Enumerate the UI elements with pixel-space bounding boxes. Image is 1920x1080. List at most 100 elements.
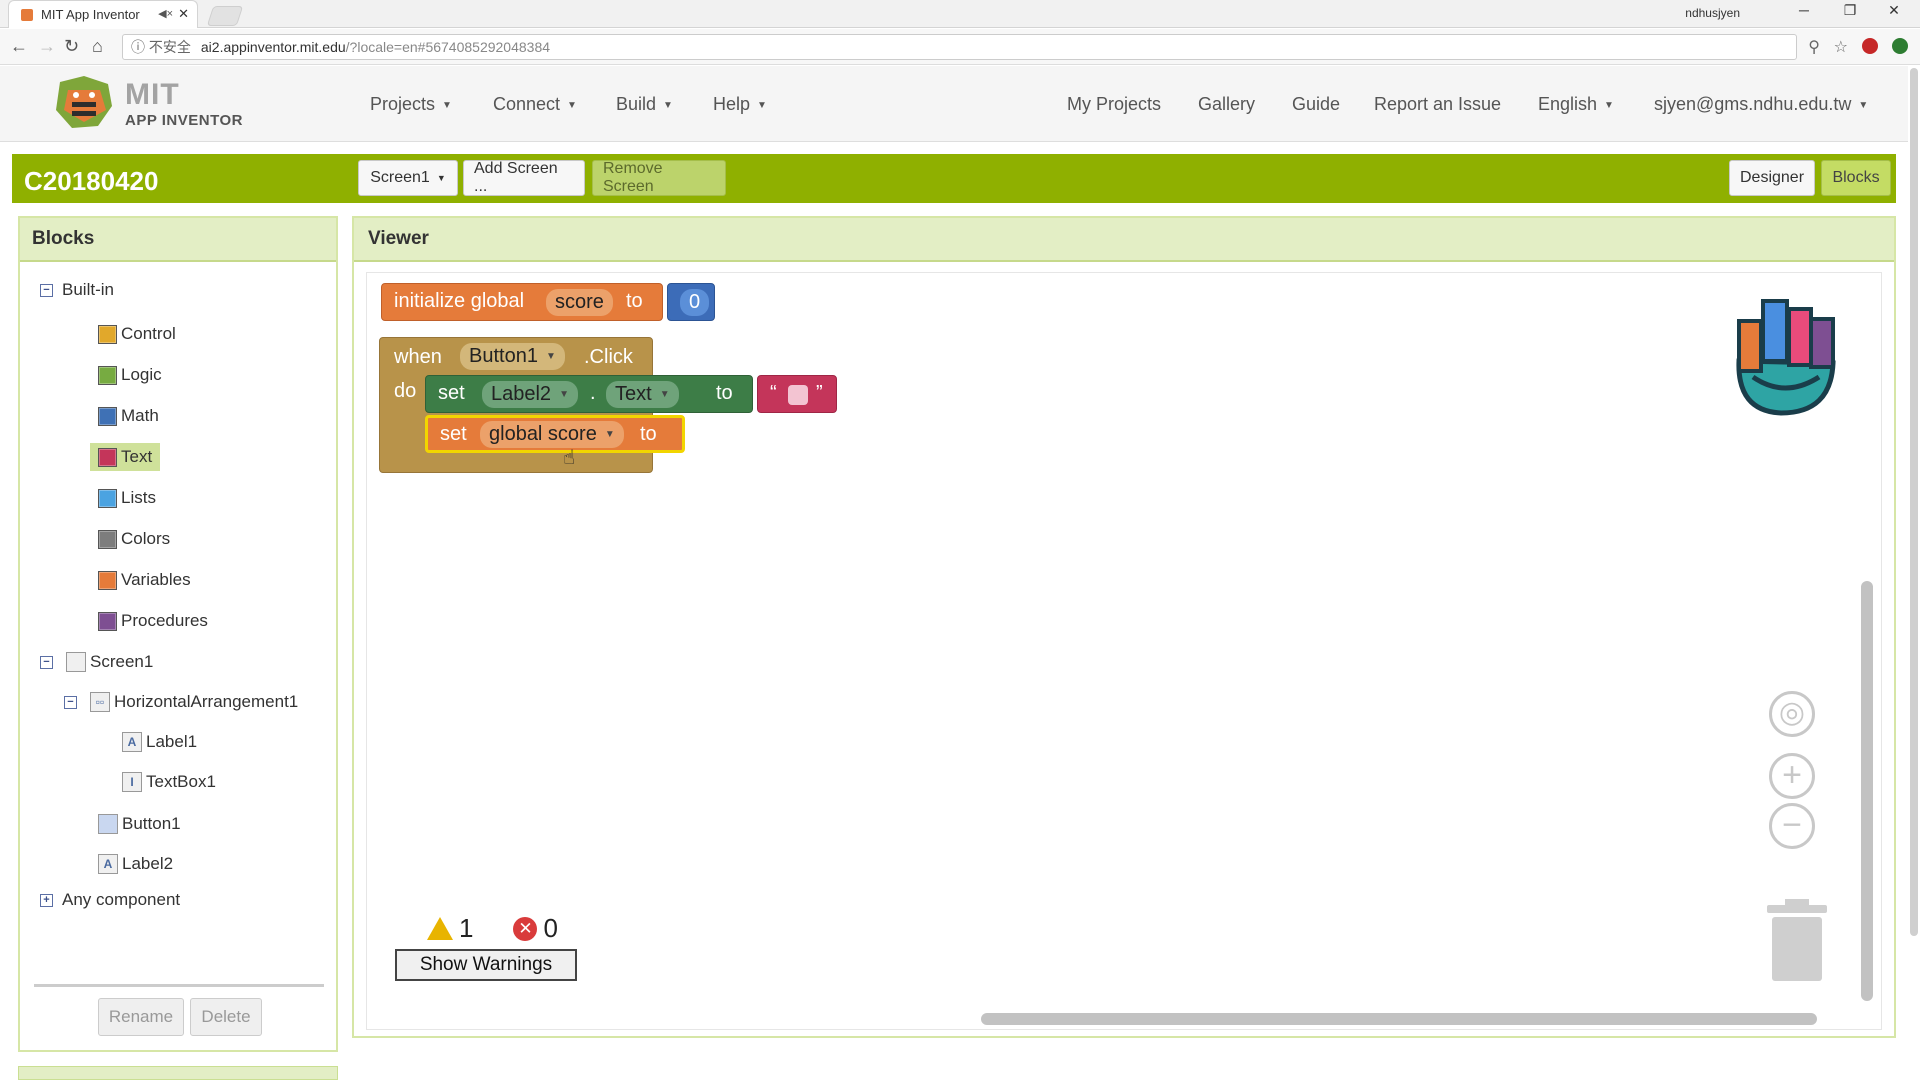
restore-window-icon[interactable]: ❐	[1830, 2, 1870, 19]
mit-app-inventor-logo[interactable]: MIT APP INVENTOR	[52, 72, 247, 136]
blocks-tree-scrollbar[interactable]	[34, 984, 324, 987]
menu-projects-label: Projects	[370, 94, 436, 114]
zoom-in-icon[interactable]: +	[1769, 753, 1815, 799]
builtin-drawer-variables[interactable]: Variables	[98, 566, 191, 594]
number-value-field[interactable]: 0	[680, 289, 710, 316]
colors-color-swatch-icon	[98, 529, 117, 549]
tree-label2[interactable]: A Label2	[98, 854, 173, 874]
set-label: set	[438, 382, 465, 404]
builtin-drawer-control[interactable]: Control	[98, 320, 176, 348]
empty-text-block[interactable]: “ ”	[757, 375, 837, 413]
menu-build[interactable]: Build ▼	[616, 94, 673, 115]
link-gallery[interactable]: Gallery	[1198, 94, 1255, 115]
center-workspace-icon[interactable]: ◎	[1769, 691, 1815, 737]
variable-name-field[interactable]: score	[546, 289, 613, 316]
green-extension-icon[interactable]	[1892, 38, 1908, 54]
browser-tab[interactable]: MIT App Inventor ◀× ✕	[8, 0, 198, 28]
collapse-icon[interactable]: −	[40, 283, 53, 297]
home-icon[interactable]: ⌂	[92, 36, 103, 57]
close-tab-icon[interactable]: ✕	[178, 6, 189, 22]
global-variable-dropdown[interactable]: global score ▼	[480, 421, 624, 448]
add-screen-button[interactable]: Add Screen ...	[463, 160, 585, 196]
link-guide[interactable]: Guide	[1292, 94, 1340, 115]
set-component-dropdown[interactable]: Label2 ▼	[482, 381, 578, 408]
set-label2-text-block[interactable]: set Label2 ▼ . Text ▼ to	[425, 375, 753, 413]
tree-builtin[interactable]: − Built-in	[40, 280, 114, 300]
tree-textbox1[interactable]: I TextBox1	[122, 772, 216, 792]
chevron-down-icon: ▼	[757, 100, 767, 111]
opera-extension-icon[interactable]	[1862, 38, 1878, 54]
menu-projects[interactable]: Projects ▼	[370, 94, 452, 115]
expand-icon[interactable]: +	[40, 893, 53, 907]
tree-screen1[interactable]: − Screen1	[40, 652, 153, 672]
empty-text-field[interactable]	[788, 385, 808, 405]
global-variable-label: global score	[489, 423, 597, 445]
backpack-icon[interactable]	[1719, 291, 1855, 417]
chevron-down-icon: ▼	[1604, 100, 1614, 111]
horizontal-arrangement-icon: ▫▫	[90, 692, 110, 712]
screen-select-dropdown[interactable]: Screen1 ▼	[358, 160, 458, 196]
builtin-drawer-procedures[interactable]: Procedures	[98, 607, 208, 635]
mute-tab-icon[interactable]: ◀×	[158, 7, 173, 20]
blocks-button[interactable]: Blocks	[1821, 160, 1891, 196]
procedures-color-swatch-icon	[98, 611, 117, 631]
tree-horizontal-arrangement1-label: HorizontalArrangement1	[114, 692, 299, 711]
site-security-label[interactable]: ⓘ 不安全	[131, 37, 191, 57]
builtin-drawer-label: Colors	[121, 529, 171, 548]
url-input[interactable]: ⓘ 不安全 ai2.appinventor.mit.edu /?locale=e…	[122, 34, 1797, 60]
reload-icon[interactable]: ↻	[64, 36, 79, 57]
workspace-horizontal-scrollbar[interactable]	[981, 1013, 1817, 1025]
delete-button[interactable]: Delete	[190, 998, 262, 1036]
builtin-drawer-text[interactable]: Text	[90, 443, 161, 471]
tree-label1[interactable]: A Label1	[122, 732, 197, 752]
tree-horizontal-arrangement1[interactable]: − ▫▫ HorizontalArrangement1	[64, 692, 298, 712]
set-global-score-block[interactable]: set global score ▼ to	[425, 415, 685, 453]
page-scrollbar[interactable]	[1910, 68, 1918, 936]
minimize-window-icon[interactable]: ─	[1784, 2, 1824, 18]
tree-label2-label: Label2	[122, 854, 174, 873]
blocks-workspace[interactable]: initialize global score to 0 when Button…	[366, 272, 1882, 1030]
user-account-dropdown[interactable]: sjyen@gms.ndhu.edu.tw ▼	[1654, 94, 1868, 115]
close-window-icon[interactable]: ✕	[1874, 2, 1914, 19]
init-to-label: to	[626, 290, 643, 312]
builtin-drawer-logic[interactable]: Logic	[98, 361, 162, 389]
builtin-drawer-colors[interactable]: Colors	[98, 525, 170, 553]
workspace-vertical-scrollbar[interactable]	[1861, 581, 1873, 1001]
collapse-icon[interactable]: −	[64, 695, 77, 709]
bookmark-star-icon[interactable]: ☆	[1834, 37, 1848, 57]
menu-help[interactable]: Help ▼	[713, 94, 767, 115]
tree-button1[interactable]: Button1	[98, 814, 181, 834]
show-warnings-button[interactable]: Show Warnings	[395, 949, 577, 981]
builtin-drawer-math[interactable]: Math	[98, 402, 159, 430]
link-my-projects[interactable]: My Projects	[1067, 94, 1161, 115]
set-global-to-label: to	[640, 423, 657, 445]
number-block[interactable]: 0	[667, 283, 715, 321]
chevron-down-icon: ▼	[604, 429, 615, 440]
forward-arrow-icon[interactable]: →	[38, 36, 56, 57]
trash-can-icon[interactable]	[1767, 899, 1827, 981]
warnings-indicator: 1 ✕ 0	[427, 913, 558, 944]
zoom-icon[interactable]: ⚲	[1808, 37, 1820, 57]
builtin-drawer-lists[interactable]: Lists	[98, 484, 156, 512]
designer-button[interactable]: Designer	[1729, 160, 1815, 196]
initialize-global-block[interactable]: initialize global score to	[381, 283, 663, 321]
rename-button[interactable]: Rename	[98, 998, 184, 1036]
remove-screen-button[interactable]: Remove Screen	[592, 160, 726, 196]
event-component-dropdown[interactable]: Button1 ▼	[460, 343, 565, 370]
link-report-issue[interactable]: Report an Issue	[1374, 94, 1501, 115]
url-path: /?locale=en#5674085292048384	[345, 39, 551, 55]
set-property-dropdown[interactable]: Text ▼	[606, 381, 679, 408]
menu-build-label: Build	[616, 94, 657, 114]
set-global-label: set	[440, 423, 467, 445]
blocks-panel-footer	[18, 1066, 338, 1080]
tree-any-component[interactable]: + Any component	[40, 890, 180, 910]
menu-connect[interactable]: Connect ▼	[493, 94, 577, 115]
language-label: English	[1538, 94, 1598, 114]
back-arrow-icon[interactable]: ←	[10, 36, 28, 57]
chevron-down-icon: ▼	[567, 100, 577, 111]
new-tab-button[interactable]	[206, 6, 244, 26]
collapse-icon[interactable]: −	[40, 655, 53, 669]
browser-profile-name[interactable]: ndhusjyen	[1685, 6, 1740, 20]
language-dropdown[interactable]: English ▼	[1538, 94, 1614, 115]
zoom-out-icon[interactable]: −	[1769, 803, 1815, 849]
